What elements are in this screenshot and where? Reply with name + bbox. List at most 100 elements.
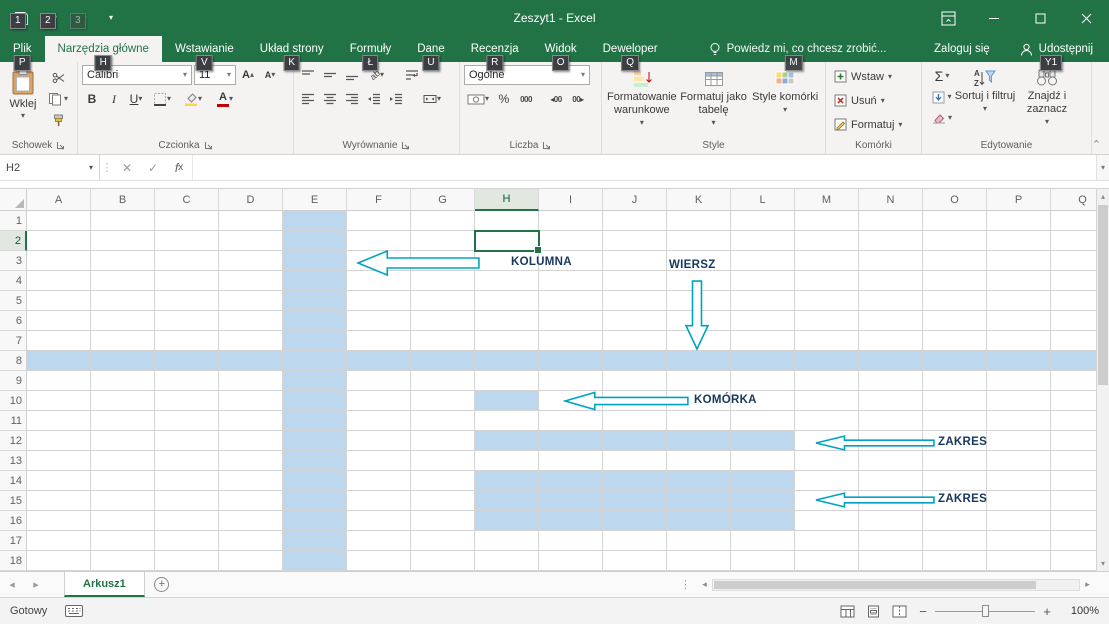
horizontal-scroll-track[interactable] [712, 579, 1080, 591]
zoom-out-button[interactable]: − [913, 600, 933, 622]
bold-button[interactable]: B [82, 89, 102, 109]
font-color-button[interactable]: A ▾ [210, 89, 240, 109]
tab-splitter-handle[interactable]: ⋮ [674, 572, 697, 597]
zakres-arrow-shape[interactable] [814, 492, 936, 508]
conditional-formatting-button[interactable]: Formatowanie warunkowe ▾ [606, 65, 678, 127]
paste-button[interactable]: Wklej ▾ [4, 65, 42, 120]
expand-formula-bar-button[interactable]: ▾ [1096, 155, 1109, 180]
horizontal-scroll-thumb[interactable] [714, 581, 1036, 589]
borders-button[interactable]: ▾ [148, 89, 176, 109]
format-painter-button[interactable] [46, 111, 70, 129]
italic-button[interactable]: I [104, 89, 124, 109]
qat-customize-button[interactable]: ▾ [96, 4, 126, 32]
collapse-ribbon-button[interactable]: ⌃ [1092, 138, 1101, 151]
wiersz-arrow-shape[interactable] [683, 278, 711, 351]
macro-record-button[interactable] [57, 605, 91, 617]
cell-styles-button[interactable]: Style komórki ▾ [749, 65, 821, 114]
share-button[interactable]: Udostępnij Y1 [1004, 36, 1109, 62]
tell-me-box[interactable]: Powiedz mi, co chcesz zrobić... M [699, 36, 897, 62]
tab-formuly[interactable]: Formuły Ł [337, 36, 405, 62]
delete-cells-button[interactable]: Usuń ▾ [830, 89, 917, 112]
sheet-nav-right-button[interactable]: ▸ [24, 572, 48, 597]
komorka-arrow-shape[interactable] [563, 391, 690, 411]
undo-button[interactable]: ↶ 2 [36, 4, 66, 32]
tab-deweloper[interactable]: Deweloper Q [590, 36, 671, 62]
insert-cells-button[interactable]: Wstaw ▾ [830, 65, 917, 88]
decrease-font-button[interactable]: A▾ [260, 65, 280, 85]
confirm-entry-button[interactable]: ✓ [140, 155, 166, 180]
scroll-left-button[interactable]: ◂ [697, 579, 712, 590]
zoom-percentage[interactable]: 100% [1059, 605, 1099, 617]
decrease-indent-button[interactable] [364, 89, 384, 109]
align-center-button[interactable] [320, 89, 340, 109]
normal-view-button[interactable] [835, 600, 859, 622]
sheet-tab-arkusz1[interactable]: Arkusz1 [64, 572, 145, 597]
zoom-slider[interactable] [935, 600, 1035, 622]
dialog-launcher-icon[interactable] [56, 141, 65, 150]
align-bottom-button[interactable] [342, 65, 362, 85]
copy-button[interactable]: ▾ [46, 90, 70, 108]
clear-button[interactable]: ▾ [930, 109, 954, 127]
underline-button[interactable]: U▾ [126, 89, 146, 109]
komorka-label[interactable]: KOMÓRKA [694, 394, 757, 406]
percent-style-button[interactable]: % [494, 89, 514, 109]
wiersz-label[interactable]: WIERSZ [669, 259, 716, 271]
format-as-table-button[interactable]: Formatuj jako tabelę ▾ [678, 65, 750, 127]
increase-indent-button[interactable] [386, 89, 406, 109]
dialog-launcher-icon[interactable] [542, 141, 551, 150]
scroll-up-button[interactable]: ▴ [1097, 189, 1109, 204]
minimize-button[interactable] [971, 0, 1017, 36]
sort-filter-button[interactable]: AZ Sortuj i filtruj ▾ [954, 65, 1016, 113]
increase-font-button[interactable]: A▴ [238, 65, 258, 85]
page-break-preview-button[interactable] [887, 600, 911, 622]
redo-button[interactable]: ↷ 3 [66, 4, 96, 32]
zakres-arrow-shape[interactable] [814, 435, 936, 451]
fill-color-button[interactable]: ▾ [178, 89, 208, 109]
comma-style-button[interactable]: 000 [516, 89, 536, 109]
sheet-nav-left-button[interactable]: ◂ [0, 572, 24, 597]
number-format-combobox[interactable]: Ogólne▾ [464, 65, 590, 85]
zoom-slider-thumb[interactable] [982, 605, 989, 617]
cancel-entry-button[interactable]: ✕ [114, 155, 140, 180]
align-top-button[interactable] [298, 65, 318, 85]
maximize-button[interactable] [1017, 0, 1063, 36]
horizontal-scrollbar[interactable]: ◂ ▸ [697, 572, 1109, 597]
align-left-button[interactable] [298, 89, 318, 109]
page-layout-view-button[interactable] [861, 600, 885, 622]
sign-in-button[interactable]: Zaloguj się [920, 36, 1004, 62]
zakres-label-2[interactable]: ZAKRES [938, 493, 987, 505]
zoom-in-button[interactable]: + [1037, 600, 1057, 622]
find-select-button[interactable]: Znajdź i zaznacz ▾ [1016, 65, 1078, 126]
name-box[interactable]: H2 ▾ [0, 155, 100, 180]
tab-uklad-strony[interactable]: Układ strony K [247, 36, 337, 62]
tab-wstawianie[interactable]: Wstawianie V [162, 36, 247, 62]
cut-button[interactable] [46, 69, 70, 87]
tab-widok[interactable]: Widok O [532, 36, 590, 62]
currency-format-button[interactable]: ▾ [464, 89, 492, 109]
zakres-label[interactable]: ZAKRES [938, 436, 987, 448]
fill-button[interactable]: ▾ [930, 88, 954, 106]
close-button[interactable] [1063, 0, 1109, 36]
kolumna-label[interactable]: KOLUMNA [511, 256, 572, 268]
tab-plik[interactable]: Plik P [0, 36, 45, 62]
insert-function-button[interactable]: fx [166, 155, 192, 180]
tab-dane[interactable]: Dane U [404, 36, 458, 62]
kolumna-arrow-shape[interactable] [356, 249, 481, 277]
dialog-launcher-icon[interactable] [401, 141, 410, 150]
vertical-scrollbar[interactable]: ▴ ▾ [1096, 189, 1109, 571]
tab-narzedzia-glowne[interactable]: Narzędzia główne H [45, 36, 162, 62]
autosum-button[interactable]: Σ▾ [930, 67, 954, 85]
vertical-scroll-thumb[interactable] [1098, 205, 1108, 385]
wrap-text-button[interactable] [402, 65, 422, 85]
dialog-launcher-icon[interactable] [204, 141, 213, 150]
new-sheet-button[interactable]: + [145, 572, 179, 597]
align-right-button[interactable] [342, 89, 362, 109]
align-middle-button[interactable] [320, 65, 340, 85]
merge-center-button[interactable]: ▾ [418, 89, 446, 109]
format-cells-button[interactable]: Formatuj ▾ [830, 113, 917, 136]
save-button[interactable]: 1 [6, 4, 36, 32]
formula-input[interactable] [192, 155, 1096, 180]
increase-decimal-button[interactable]: ◂00 [546, 89, 566, 109]
scroll-right-button[interactable]: ▸ [1080, 579, 1095, 590]
scroll-down-button[interactable]: ▾ [1097, 556, 1109, 571]
